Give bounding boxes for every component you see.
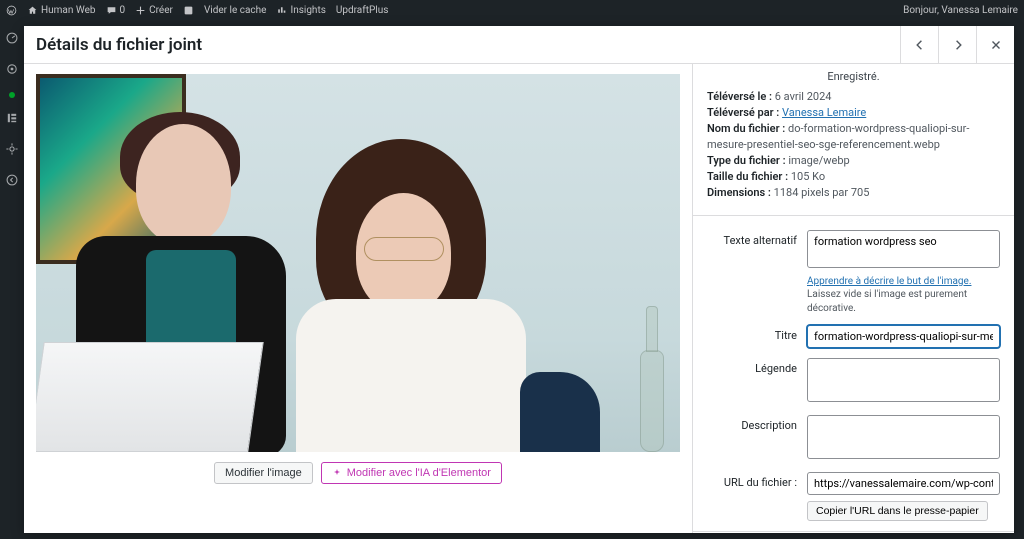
attachment-details-pane[interactable]: Enregistré. Téléversé le : 6 avril 2024 … [692,64,1014,533]
comments-link[interactable]: 0 [106,5,126,16]
author-link[interactable]: Vanessa Lemaire [782,106,866,119]
meta-filename: Nom du fichier : do-formation-wordpress-… [707,121,1000,153]
alt-text-hint: Apprendre à décrire le but de l'image. L… [807,275,1000,316]
title-input[interactable] [807,325,1000,348]
description-label: Description [707,415,807,432]
admin-bar: Human Web 0 Créer Vider le cache Insight… [0,0,1024,20]
meta-filetype: Type du fichier : image/webp [707,153,1000,169]
copy-url-button[interactable]: Copier l'URL dans le presse-papier [807,501,988,521]
alt-text-input[interactable]: <span></span> [807,230,1000,268]
comments-count: 0 [120,5,126,16]
close-modal-button[interactable] [976,26,1014,63]
alt-text-label: Texte alternatif [707,230,807,247]
alt-hint-link[interactable]: Apprendre à décrire le but de l'image. [807,276,971,287]
edit-with-ai-label: Modifier avec l'IA d'Elementor [347,467,491,479]
site-home-link[interactable]: Human Web [27,5,96,16]
new-content-link[interactable]: Créer [135,5,173,16]
elementor-icon[interactable] [5,110,19,129]
meta-uploaded-on: Téléversé le : 6 avril 2024 [707,89,1000,105]
attachment-image [36,74,680,452]
collapse-icon[interactable] [5,172,19,191]
meta-uploaded-by: Téléversé par : Vanessa Lemaire [707,105,1000,121]
updraft-link[interactable]: UpdraftPlus [336,5,389,16]
account-greeting[interactable]: Bonjour, Vanessa Lemaire [903,5,1018,16]
prev-attachment-button[interactable] [900,26,938,63]
caption-input[interactable] [807,358,1000,402]
dashboard-icon[interactable] [5,30,19,49]
yoast-link[interactable] [183,5,194,16]
edit-with-ai-button[interactable]: Modifier avec l'IA d'Elementor [321,462,502,484]
modal-header: Détails du fichier joint [24,26,1014,64]
meta-filesize: Taille du fichier : 105 Ko [707,169,1000,185]
target-icon[interactable] [5,61,19,80]
new-label: Créer [149,5,173,16]
edit-image-button[interactable]: Modifier l'image [214,462,313,484]
meta-dimensions: Dimensions : 1184 pixels par 705 [707,185,1000,201]
admin-sidebar-collapsed [0,20,24,539]
attachment-preview-pane: Modifier l'image Modifier avec l'IA d'El… [24,64,692,533]
site-name: Human Web [41,5,96,16]
clear-cache-link[interactable]: Vider le cache [204,5,267,16]
sparkle-icon [332,468,342,478]
insights-link[interactable]: Insights [276,5,325,16]
saved-status: Enregistré. [707,70,1000,83]
caption-label: Légende [707,358,807,375]
next-attachment-button[interactable] [938,26,976,63]
settings-icon[interactable] [5,141,19,160]
wp-logo-icon[interactable] [6,5,17,16]
attachment-details-modal: Détails du fichier joint Modifier [24,26,1014,533]
modal-title: Détails du fichier joint [36,35,202,55]
status-dot-icon [9,92,15,98]
title-label: Titre [707,325,807,342]
file-url-input[interactable] [807,472,1000,495]
file-url-label: URL du fichier : [707,472,807,489]
description-input[interactable] [807,415,1000,459]
